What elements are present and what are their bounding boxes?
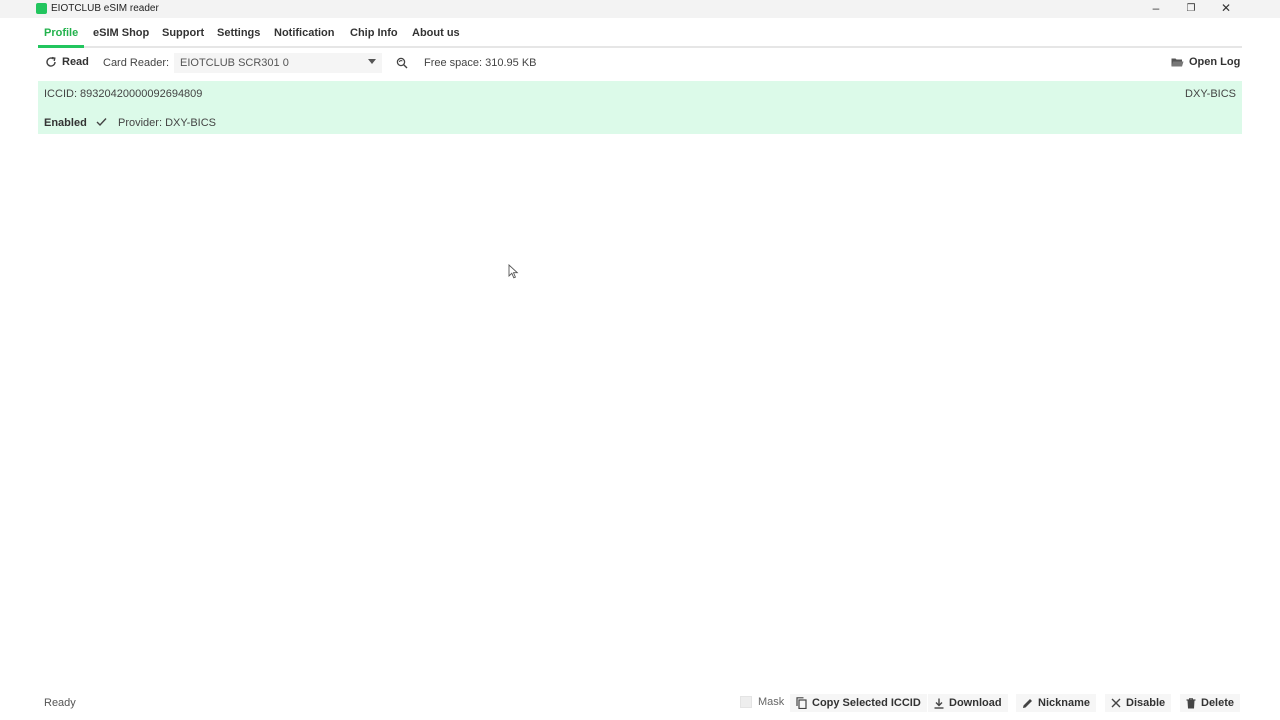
search-refresh-icon	[396, 57, 408, 69]
profile-iccid: ICCID: 89320420000092694809	[44, 88, 203, 100]
pencil-icon	[1022, 698, 1033, 709]
status-text: Ready	[44, 697, 76, 709]
minimize-icon[interactable]: –	[1148, 1, 1164, 15]
delete-label: Delete	[1201, 697, 1235, 709]
card-reader-value: EIOTCLUB SCR301 0	[180, 57, 289, 69]
tab-chip-info[interactable]: Chip Info	[350, 27, 398, 45]
card-reader-select[interactable]: EIOTCLUB SCR301 0	[174, 53, 382, 73]
restore-icon[interactable]: ❐	[1183, 3, 1199, 14]
profile-provider: Provider: DXY-BICS	[118, 117, 217, 129]
card-reader-label: Card Reader:	[103, 57, 170, 69]
close-icon[interactable]: ✕	[1218, 1, 1234, 15]
search-reader-button[interactable]	[396, 57, 408, 69]
nickname-button[interactable]: Nickname	[1016, 694, 1096, 712]
profile-row[interactable]: ICCID: 89320420000092694809 DXY-BICS Ena…	[38, 81, 1242, 134]
tab-notification[interactable]: Notification	[274, 27, 335, 45]
trash-icon	[1186, 697, 1196, 709]
read-button[interactable]: Read	[45, 56, 89, 68]
active-tab-indicator	[38, 45, 84, 48]
chevron-down-icon	[368, 59, 376, 64]
disable-label: Disable	[1126, 697, 1166, 709]
download-button[interactable]: Download	[928, 694, 1008, 712]
open-log-label: Open Log	[1189, 56, 1241, 68]
open-log-button[interactable]: Open Log	[1171, 56, 1240, 68]
copy-icon	[796, 697, 807, 709]
title-bar: EIOTCLUB eSIM reader – ❐ ✕	[0, 0, 1280, 18]
close-x-icon	[1111, 698, 1121, 708]
app-icon	[36, 3, 47, 14]
mask-checkbox-box[interactable]	[740, 696, 752, 708]
profile-name: DXY-BICS	[1185, 88, 1236, 100]
download-label: Download	[949, 697, 1002, 709]
download-icon	[934, 698, 944, 709]
nickname-label: Nickname	[1038, 697, 1090, 709]
mask-checkbox[interactable]: Mask	[740, 696, 784, 708]
tab-settings[interactable]: Settings	[217, 27, 260, 45]
read-label: Read	[62, 56, 89, 68]
free-space: Free space: 310.95 KB	[424, 57, 537, 69]
folder-icon	[1171, 57, 1184, 68]
tab-profile[interactable]: Profile	[44, 27, 78, 45]
mask-label: Mask	[758, 696, 785, 708]
refresh-icon	[45, 56, 57, 68]
copy-iccid-button[interactable]: Copy Selected ICCID	[790, 694, 927, 712]
status-bar: Ready Mask Copy Selected ICCID Download …	[38, 690, 1242, 716]
toolbar: Read Card Reader: EIOTCLUB SCR301 0 Free…	[38, 49, 1242, 77]
disable-button[interactable]: Disable	[1105, 694, 1172, 712]
tab-divider	[38, 46, 1242, 48]
check-icon	[96, 117, 107, 127]
tab-about-us[interactable]: About us	[412, 27, 460, 45]
profile-state: Enabled	[44, 117, 87, 129]
window-title: EIOTCLUB eSIM reader	[51, 3, 159, 14]
tab-esim-shop[interactable]: eSIM Shop	[93, 27, 149, 45]
tab-support[interactable]: Support	[162, 27, 204, 45]
copy-iccid-label: Copy Selected ICCID	[812, 697, 921, 709]
delete-button[interactable]: Delete	[1180, 694, 1241, 712]
mouse-cursor-icon	[508, 264, 519, 279]
